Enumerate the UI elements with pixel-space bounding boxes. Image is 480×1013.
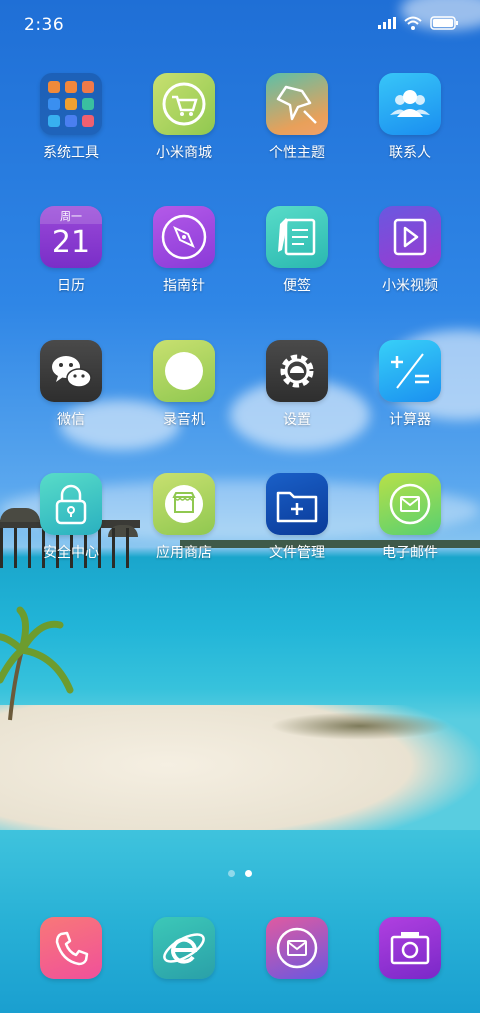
calendar-icon: 周一 21 [40,206,102,268]
page-dot-1[interactable] [228,870,235,877]
signal-bars-icon [378,17,396,29]
calculator-icon [379,340,441,402]
app-store-icon [153,473,215,535]
contacts-icon [379,73,441,135]
notes-icon [266,206,328,268]
file-folder-icon [266,473,328,535]
app-label: 文件管理 [269,545,325,561]
app-recorder[interactable]: 录音机 [129,340,239,429]
dock-browser-app[interactable] [153,917,215,979]
phone-icon [40,917,102,979]
app-notes[interactable]: 便签 [242,206,352,295]
mail-icon [379,473,441,535]
theme-star-icon [266,73,328,135]
calendar-day: 21 [51,225,91,260]
app-calendar[interactable]: 周一 21 日历 [16,206,126,295]
message-icon [266,917,328,979]
app-mi-store[interactable]: 小米商城 [129,73,239,162]
camera-icon [379,917,441,979]
status-bar: 2:36 [0,0,480,52]
app-label: 系统工具 [43,145,99,161]
app-wechat[interactable]: 微信 [16,340,126,429]
app-mi-video[interactable]: 小米视频 [355,206,465,295]
page-indicator [0,870,480,877]
dock-messages-app[interactable] [266,917,328,979]
app-label: 微信 [57,412,85,428]
app-label: 小米商城 [156,145,212,161]
app-contacts[interactable]: 联系人 [355,73,465,162]
video-play-icon [379,206,441,268]
app-settings[interactable]: 设置 [242,340,352,429]
app-label: 便签 [283,278,311,294]
wifi-icon [404,16,422,30]
calendar-weekday: 周一 [60,210,82,223]
app-compass[interactable]: 指南针 [129,206,239,295]
app-label: 个性主题 [269,145,325,161]
dock-phone-app[interactable] [40,917,102,979]
app-label: 电子邮件 [382,545,438,561]
clock: 2:36 [24,15,65,35]
browser-e-icon [153,917,215,979]
app-system-tools[interactable]: 系统工具 [16,73,126,162]
app-file-manager[interactable]: 文件管理 [242,473,352,562]
lock-icon [40,473,102,535]
app-calculator[interactable]: 计算器 [355,340,465,429]
app-themes[interactable]: 个性主题 [242,73,352,162]
app-security-center[interactable]: 安全中心 [16,473,126,562]
recorder-icon [153,340,215,402]
app-label: 应用商店 [156,545,212,561]
app-email[interactable]: 电子邮件 [355,473,465,562]
folder-icon [40,73,102,135]
app-label: 安全中心 [43,545,99,561]
app-label: 小米视频 [382,278,438,294]
app-label: 录音机 [163,412,205,428]
page-dot-2[interactable] [245,870,252,877]
app-label: 计算器 [389,412,431,428]
shopping-cart-icon [153,73,215,135]
gear-icon [266,340,328,402]
app-label: 联系人 [389,145,431,161]
app-label: 日历 [57,278,85,294]
app-label: 指南针 [163,278,205,294]
app-label: 设置 [283,412,311,428]
dock-camera-app[interactable] [379,917,441,979]
battery-icon [430,16,458,30]
wechat-icon [40,340,102,402]
compass-icon [153,206,215,268]
app-app-store[interactable]: 应用商店 [129,473,239,562]
